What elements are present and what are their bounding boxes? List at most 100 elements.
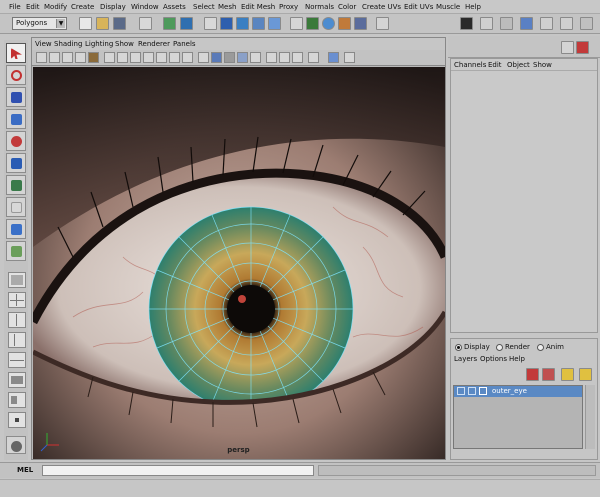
ipr-render-icon[interactable] bbox=[338, 17, 351, 30]
render-tab-radio[interactable] bbox=[496, 344, 503, 351]
select-hierarchy-icon[interactable] bbox=[139, 17, 152, 30]
show-attribute-editor-icon[interactable] bbox=[460, 17, 473, 30]
isolate-select-icon[interactable] bbox=[292, 52, 303, 63]
channel-menu-show[interactable]: Show bbox=[533, 61, 552, 69]
layout-hypershade[interactable] bbox=[8, 372, 26, 388]
layout-persp-graph[interactable] bbox=[8, 352, 26, 368]
menu-modify[interactable]: Modify bbox=[44, 3, 67, 11]
bookmarks-icon[interactable] bbox=[62, 52, 73, 63]
move-tool[interactable] bbox=[6, 109, 26, 129]
layout-toggle-icon-2[interactable] bbox=[540, 17, 553, 30]
save-scene-icon[interactable] bbox=[113, 17, 126, 30]
layer-row[interactable]: outer_eye bbox=[454, 386, 582, 397]
menu-window[interactable]: Window bbox=[131, 3, 159, 11]
display-tab-label[interactable]: Display bbox=[464, 343, 490, 351]
menu-assets[interactable]: Assets bbox=[163, 3, 186, 11]
layout-custom[interactable] bbox=[8, 392, 26, 408]
select-camera-icon[interactable] bbox=[36, 52, 47, 63]
layout-toggle-icon-4[interactable] bbox=[580, 17, 593, 30]
menu-create-uvs[interactable]: Create UVs bbox=[362, 3, 401, 11]
select-component-icon[interactable] bbox=[180, 17, 193, 30]
last-tool-used[interactable] bbox=[6, 241, 26, 261]
render-current-icon[interactable] bbox=[322, 17, 335, 30]
panel-menu-show[interactable]: Show bbox=[115, 40, 134, 48]
snap-point-icon[interactable] bbox=[236, 17, 249, 30]
input-line-icon[interactable] bbox=[376, 17, 389, 30]
open-scene-icon[interactable] bbox=[96, 17, 109, 30]
layers-menu[interactable]: Layers bbox=[454, 355, 477, 363]
layer-list-scrollbar[interactable] bbox=[585, 385, 595, 449]
wireframe-on-shaded-icon[interactable] bbox=[224, 52, 235, 63]
menu-edit-uvs[interactable]: Edit UVs bbox=[404, 3, 433, 11]
grid-icon[interactable] bbox=[104, 52, 115, 63]
safe-action-icon[interactable] bbox=[169, 52, 180, 63]
script-language-label[interactable]: MEL bbox=[17, 466, 33, 474]
visibility-toggle[interactable] bbox=[457, 387, 465, 395]
layout-toggle-icon-3[interactable] bbox=[560, 17, 573, 30]
anim-tab-radio[interactable] bbox=[537, 344, 544, 351]
menu-set-dropdown[interactable]: Polygons ▼ bbox=[12, 17, 67, 30]
layout-single-pane[interactable] bbox=[8, 272, 26, 288]
help-menu[interactable]: Help bbox=[509, 355, 525, 363]
channel-menu-channels[interactable]: Channels bbox=[454, 61, 486, 69]
menu-help[interactable]: Help bbox=[465, 3, 481, 11]
close-panel-icon[interactable] bbox=[576, 41, 589, 54]
camera-icon[interactable] bbox=[328, 52, 339, 63]
two-d-pan-zoom-icon[interactable] bbox=[88, 52, 99, 63]
channel-menu-object[interactable]: Object bbox=[507, 61, 530, 69]
safe-title-icon[interactable] bbox=[182, 52, 193, 63]
layout-two-pane[interactable] bbox=[8, 312, 26, 328]
menu-edit-mesh[interactable]: Edit Mesh bbox=[241, 3, 275, 11]
channel-box-icon[interactable] bbox=[561, 41, 574, 54]
camera-attributes-icon[interactable] bbox=[49, 52, 60, 63]
new-layer-selected-icon[interactable] bbox=[542, 368, 555, 381]
display-type-toggle[interactable] bbox=[468, 387, 476, 395]
history-icon[interactable] bbox=[290, 17, 303, 30]
panel-menu-lighting[interactable]: Lighting bbox=[85, 40, 113, 48]
new-scene-icon[interactable] bbox=[79, 17, 92, 30]
new-layer-icon[interactable] bbox=[526, 368, 539, 381]
panel-menu-shading[interactable]: Shading bbox=[54, 40, 82, 48]
rotate-tool[interactable] bbox=[6, 131, 26, 151]
render-tab-label[interactable]: Render bbox=[505, 343, 530, 351]
panel-menu-renderer[interactable]: Renderer bbox=[138, 40, 170, 48]
textured-icon[interactable] bbox=[237, 52, 248, 63]
move-up-icon[interactable] bbox=[561, 368, 574, 381]
universal-manipulator-tool[interactable] bbox=[6, 175, 26, 195]
show-manipulator-tool[interactable] bbox=[6, 219, 26, 239]
menu-edit[interactable]: Edit bbox=[26, 3, 40, 11]
show-tool-settings-icon[interactable] bbox=[480, 17, 493, 30]
show-channel-box-icon[interactable] bbox=[500, 17, 513, 30]
construction-history-icon[interactable] bbox=[306, 17, 319, 30]
ambient-occlusion-icon[interactable] bbox=[344, 52, 355, 63]
select-tool[interactable] bbox=[6, 43, 26, 63]
smooth-shade-icon[interactable] bbox=[211, 52, 222, 63]
layout-persp-outliner[interactable] bbox=[8, 332, 26, 348]
paint-effects-tool[interactable] bbox=[6, 436, 26, 454]
snap-grid-icon[interactable] bbox=[204, 17, 217, 30]
resolution-gate-icon[interactable] bbox=[130, 52, 141, 63]
menu-mesh[interactable]: Mesh bbox=[218, 3, 236, 11]
display-tab-radio[interactable] bbox=[455, 344, 462, 351]
render-settings-icon[interactable] bbox=[354, 17, 367, 30]
field-chart-icon[interactable] bbox=[156, 52, 167, 63]
anim-tab-label[interactable]: Anim bbox=[546, 343, 564, 351]
paint-select-tool[interactable] bbox=[6, 87, 26, 107]
shadows-icon[interactable] bbox=[266, 52, 277, 63]
gate-mask-icon[interactable] bbox=[143, 52, 154, 63]
command-input[interactable] bbox=[42, 465, 314, 476]
options-menu[interactable]: Options bbox=[480, 355, 507, 363]
x-ray-icon[interactable] bbox=[308, 52, 319, 63]
high-quality-icon[interactable] bbox=[279, 52, 290, 63]
layer-color-swatch[interactable] bbox=[479, 387, 487, 395]
lasso-tool[interactable] bbox=[6, 65, 26, 85]
channel-menu-edit[interactable]: Edit bbox=[488, 61, 502, 69]
wireframe-icon[interactable] bbox=[198, 52, 209, 63]
make-live-icon[interactable] bbox=[268, 17, 281, 30]
move-down-icon[interactable] bbox=[579, 368, 592, 381]
menu-display[interactable]: Display bbox=[100, 3, 126, 11]
panel-menu-panels[interactable]: Panels bbox=[173, 40, 196, 48]
menu-select[interactable]: Select bbox=[193, 3, 215, 11]
layout-four-pane[interactable] bbox=[8, 292, 26, 308]
layout-expand[interactable] bbox=[8, 412, 26, 428]
